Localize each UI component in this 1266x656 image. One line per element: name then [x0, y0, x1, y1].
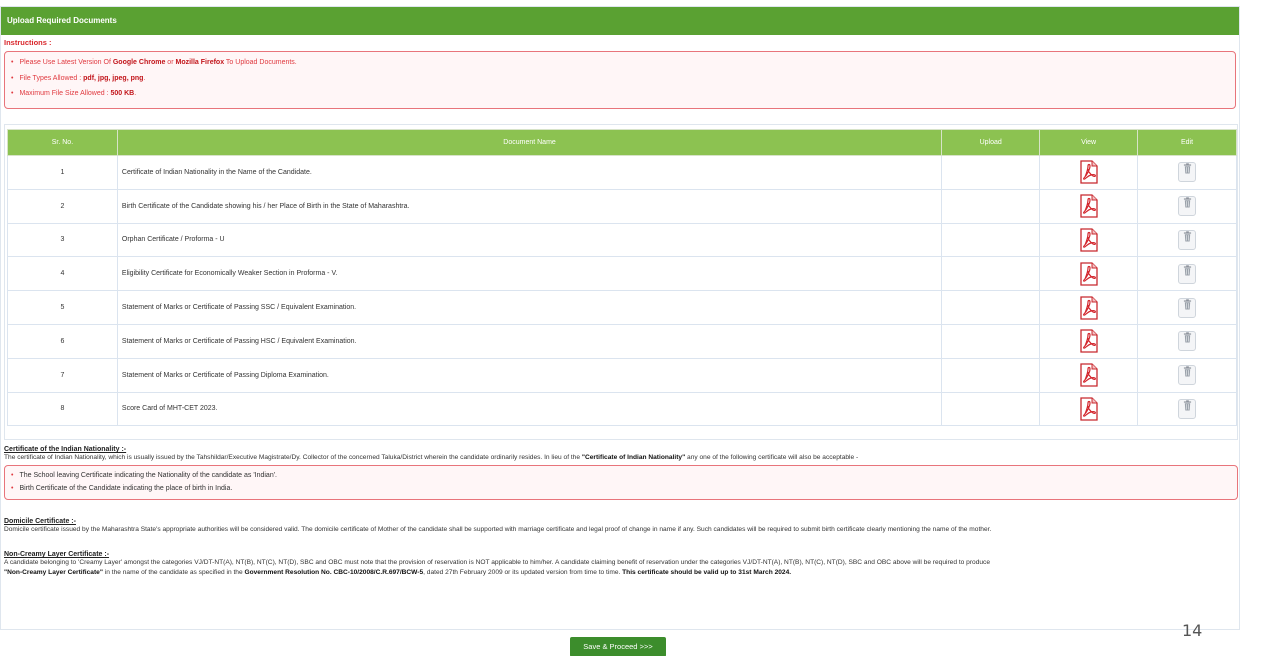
row-sr-no: 4 [7, 256, 118, 292]
row-upload-cell[interactable] [941, 188, 1041, 224]
col-view: View [1039, 129, 1139, 156]
nationality-alt-birth: Birth Certificate of the Candidate indic… [11, 482, 1231, 495]
row-upload-cell[interactable] [941, 256, 1041, 292]
trash-icon[interactable] [1178, 196, 1197, 217]
table-row: 3 Orphan Certificate / Proforma - U [7, 222, 1237, 258]
table-row: 5 Statement of Marks or Certificate of Pa… [7, 290, 1237, 325]
pdf-icon[interactable] [1079, 228, 1099, 252]
row-upload-cell[interactable] [941, 391, 1041, 427]
nationality-heading: Certificate of the Indian Nationality :- [4, 446, 127, 453]
row-edit-cell [1137, 188, 1237, 224]
instruction-file-types: File Types Allowed : pdf, jpg, jpeg, png… [11, 71, 1229, 87]
row-sr-no: 1 [7, 155, 118, 190]
trash-icon[interactable] [1178, 398, 1197, 419]
instruction-file-size: Maximum File Size Allowed : 500 KB. [11, 86, 1229, 102]
pdf-icon[interactable] [1079, 295, 1099, 320]
panel-title: Upload Required Documents [1, 7, 1239, 35]
row-sr-no: 3 [7, 222, 118, 258]
instructions-section: Instructions : Please Use Latest Version… [4, 38, 1236, 109]
nationality-text: The certificate of Indian Nationality, w… [4, 454, 859, 461]
row-document-name: Orphan Certificate / Proforma - U [116, 222, 943, 258]
row-edit-cell [1137, 323, 1237, 359]
row-upload-cell[interactable] [941, 222, 1041, 258]
row-upload-cell[interactable] [941, 357, 1041, 393]
pdf-icon[interactable] [1079, 329, 1099, 354]
domicile-heading: Domicile Certificate :- [4, 518, 76, 525]
pdf-icon[interactable] [1079, 160, 1099, 185]
table-row: 8 Score Card of MHT-CET 2023. [7, 391, 1237, 427]
row-edit-cell [1137, 155, 1237, 190]
row-document-name: Certificate of Indian Nationality in the… [116, 155, 943, 190]
row-view-cell [1039, 256, 1139, 292]
row-document-name: Score Card of MHT-CET 2023. [116, 391, 943, 427]
row-view-cell [1039, 323, 1139, 359]
row-upload-cell[interactable] [941, 155, 1041, 190]
pdf-icon[interactable] [1079, 262, 1099, 286]
instructions-title: Instructions : [4, 38, 52, 47]
col-edit: Edit [1137, 129, 1237, 156]
trash-icon[interactable] [1178, 162, 1197, 183]
noncreamy-heading: Non-Creamy Layer Certificate :- [4, 551, 110, 558]
pdf-icon[interactable] [1079, 397, 1099, 421]
row-edit-cell [1137, 290, 1237, 325]
row-sr-no: 5 [7, 290, 118, 325]
noncreamy-text: A candidate belonging to 'Creamy Layer' … [4, 559, 990, 576]
row-document-name: Statement of Marks or Certificate of Pas… [116, 357, 943, 393]
domicile-text: Domicile certificate issued by the Mahar… [4, 526, 992, 533]
row-view-cell [1039, 357, 1139, 393]
trash-icon[interactable] [1178, 331, 1197, 352]
row-edit-cell [1137, 391, 1237, 427]
row-view-cell [1039, 222, 1139, 258]
save-proceed-button[interactable]: Save & Proceed >>> [570, 637, 666, 656]
col-document-name: Document Name [116, 129, 943, 156]
table-row: 2 Birth Certificate of the Candidate show… [7, 188, 1237, 224]
trash-icon[interactable] [1178, 297, 1197, 318]
row-sr-no: 8 [7, 391, 118, 427]
row-edit-cell [1137, 222, 1237, 258]
row-document-name: Statement of Marks or Certificate of Pas… [116, 323, 943, 359]
row-document-name: Statement of Marks or Certificate of Pas… [116, 290, 943, 325]
nationality-alternatives-box: The School leaving Certificate indicatin… [4, 465, 1238, 500]
row-document-name: Eligibility Certificate for Economically… [116, 256, 943, 292]
page-number: 14 [1182, 621, 1203, 640]
row-sr-no: 6 [7, 323, 118, 359]
documents-table-container: Sr. No. Document Name Upload View Edit 1… [4, 124, 1238, 440]
table-row: 6 Statement of Marks or Certificate of Pa… [7, 323, 1237, 359]
row-sr-no: 2 [7, 188, 118, 224]
row-view-cell [1039, 290, 1139, 325]
table-row: 7 Statement of Marks or Certificate of Pa… [7, 357, 1237, 393]
row-document-name: Birth Certificate of the Candidate showi… [116, 188, 943, 224]
row-upload-cell[interactable] [941, 290, 1041, 325]
trash-icon[interactable] [1178, 365, 1197, 386]
col-sr-no: Sr. No. [7, 129, 118, 156]
instructions-box: Please Use Latest Version Of Google Chro… [4, 51, 1236, 109]
pdf-icon[interactable] [1079, 194, 1099, 218]
notes-section: Certificate of the Indian Nationality :-… [4, 446, 1238, 578]
trash-icon[interactable] [1178, 263, 1197, 284]
table-row: 1 Certificate of Indian Nationality in th… [7, 155, 1237, 190]
pdf-icon[interactable] [1079, 363, 1099, 387]
row-view-cell [1039, 391, 1139, 427]
row-upload-cell[interactable] [941, 323, 1041, 359]
col-upload: Upload [941, 129, 1041, 156]
trash-icon[interactable] [1178, 229, 1197, 250]
row-edit-cell [1137, 256, 1237, 292]
documents-table: Sr. No. Document Name Upload View Edit 1… [7, 129, 1237, 427]
row-view-cell [1039, 155, 1139, 190]
nationality-alt-school: The School leaving Certificate indicatin… [11, 469, 1231, 482]
instruction-browser: Please Use Latest Version Of Google Chro… [11, 55, 1229, 71]
table-row: 4 Eligibility Certificate for Economicall… [7, 256, 1237, 292]
row-view-cell [1039, 188, 1139, 224]
row-edit-cell [1137, 357, 1237, 393]
row-sr-no: 7 [7, 357, 118, 393]
